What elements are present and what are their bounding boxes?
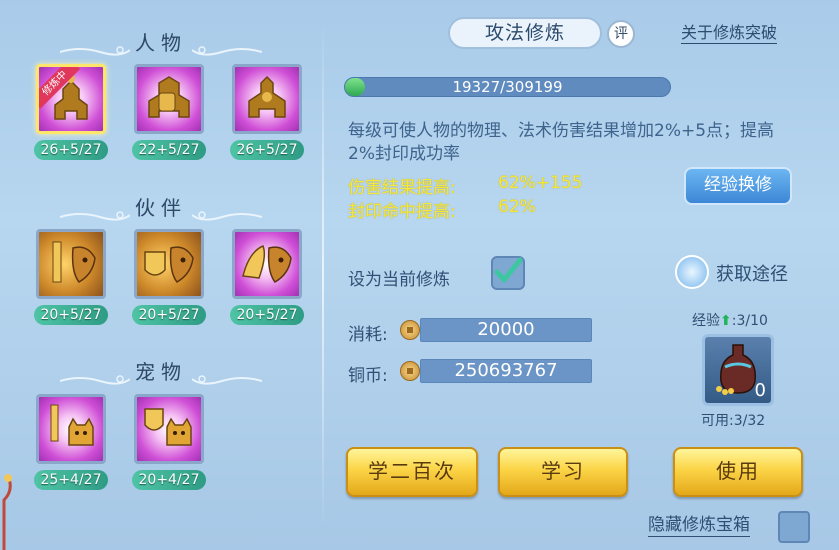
seal-stat-value: 62% xyxy=(498,197,536,217)
learn-button[interactable]: 学习 xyxy=(498,447,628,497)
damage-stat-value: 62%+155 xyxy=(498,173,583,193)
skill-slot-character-2[interactable]: 22+5/27 xyxy=(132,64,206,160)
swirl-ornament-icon xyxy=(191,37,263,56)
pet-defense-skill-icon[interactable] xyxy=(134,394,204,464)
book-icon[interactable] xyxy=(675,255,709,289)
section-title-character: 人物 xyxy=(0,27,322,56)
pet-attack-skill-icon[interactable] xyxy=(36,394,106,464)
swirl-ornament-icon xyxy=(59,366,131,385)
coin-icon xyxy=(400,361,420,381)
swirl-ornament-icon xyxy=(59,202,131,221)
partner-resist-skill-icon[interactable] xyxy=(232,229,302,299)
skill-level: 25+4/27 xyxy=(34,470,108,490)
cost-label: 消耗: xyxy=(348,325,388,345)
skill-level: 20+5/27 xyxy=(230,305,304,325)
swirl-ornament-icon xyxy=(59,37,131,56)
coins-value: 250693767 xyxy=(420,359,592,383)
checkmark-icon xyxy=(494,257,523,283)
training-item-slot[interactable]: 0 xyxy=(702,334,774,406)
hide-chest-checkbox[interactable] xyxy=(778,511,810,543)
learn-200-button[interactable]: 学二百次 xyxy=(346,447,478,497)
exp-exchange-button[interactable]: 经验换修 xyxy=(684,167,792,205)
damage-stat-label: 伤害结果提高: xyxy=(348,178,456,198)
character-resist-skill-icon[interactable] xyxy=(232,64,302,134)
up-arrow-icon: ⬆ xyxy=(720,313,732,329)
section-title-partner: 伙伴 xyxy=(0,192,322,221)
coin-icon xyxy=(400,320,420,340)
about-breakthrough-link[interactable]: 关于修炼突破 xyxy=(681,23,778,44)
cost-value: 20000 xyxy=(420,318,592,342)
skill-level: 20+5/27 xyxy=(132,305,206,325)
damage-stat: 伤害结果提高: 62%+155 xyxy=(348,173,582,198)
skill-level: 22+5/27 xyxy=(132,140,206,160)
evaluate-button[interactable]: 评 xyxy=(607,20,635,48)
seal-stat: 封印命中提高: 62% xyxy=(348,197,536,222)
skill-level: 20+5/27 xyxy=(34,305,108,325)
panel-divider xyxy=(322,20,324,530)
skill-level: 26+5/27 xyxy=(34,140,108,160)
skill-level: 20+4/27 xyxy=(132,470,206,490)
coins-label: 铜币: xyxy=(348,366,388,386)
skill-slot-character-1[interactable]: 修炼中 26+5/27 xyxy=(34,64,108,160)
character-defense-skill-icon[interactable] xyxy=(134,64,204,134)
partner-attack-skill-icon[interactable] xyxy=(36,229,106,299)
use-button[interactable]: 使用 xyxy=(673,447,803,497)
set-current-checkbox[interactable] xyxy=(491,256,525,290)
corner-ornament-icon xyxy=(2,474,12,550)
get-path-link[interactable]: 获取途径 xyxy=(716,260,788,286)
partner-defense-skill-icon[interactable] xyxy=(134,229,204,299)
exp-progress-bar: 19327/309199 xyxy=(344,77,671,97)
skill-slot-partner-3[interactable]: 20+5/27 xyxy=(230,229,304,325)
seal-stat-label: 封印命中提高: xyxy=(348,202,456,222)
swirl-ornament-icon xyxy=(191,202,263,221)
training-description: 每级可使人物的物理、法术伤害结果增加2%+5点；提高2%封印成功率 xyxy=(348,121,775,164)
item-count: 0 xyxy=(754,380,766,401)
skill-slot-character-3[interactable]: 26+5/27 xyxy=(230,64,304,160)
skill-slot-pet-2[interactable]: 20+4/27 xyxy=(132,394,206,490)
swirl-ornament-icon xyxy=(191,366,263,385)
skill-slot-partner-2[interactable]: 20+5/27 xyxy=(132,229,206,325)
usable-count: 可用:3/32 xyxy=(701,413,766,429)
skill-slot-partner-1[interactable]: 20+5/27 xyxy=(34,229,108,325)
skill-list-panel: 人物 修炼中 26+5/27 22+5/27 26+5/27 伙伴 20+5/2… xyxy=(0,0,322,550)
hide-chest-label: 隐藏修炼宝箱 xyxy=(648,515,750,537)
skill-slot-pet-1[interactable]: 25+4/27 xyxy=(34,394,108,490)
training-title: 攻法修炼 xyxy=(448,17,602,49)
exp-progress-text: 19327/309199 xyxy=(452,78,563,96)
set-current-label: 设为当前修炼 xyxy=(348,270,450,290)
character-attack-skill-icon[interactable]: 修炼中 xyxy=(36,64,106,134)
skill-level: 26+5/27 xyxy=(230,140,304,160)
exp-label: 经验⬆:3/10 xyxy=(692,313,768,329)
section-title-pet: 宠物 xyxy=(0,356,322,385)
